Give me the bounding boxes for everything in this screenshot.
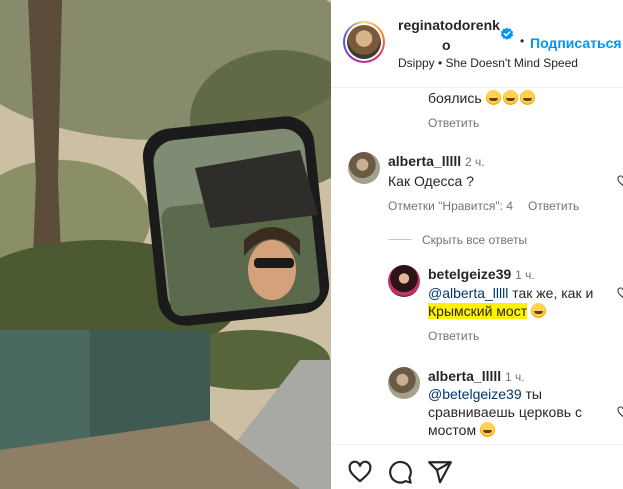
reply-button[interactable]: Ответить — [428, 329, 479, 343]
mention-link[interactable]: @betelgeize39 — [428, 386, 522, 402]
like-comment-icon[interactable] — [617, 175, 623, 187]
like-comment-icon[interactable] — [617, 406, 623, 418]
comment-text: сравниваешь церковь с — [428, 404, 582, 420]
comments-list[interactable]: боялись Ответить alberta_lllll 2 ч. Как … — [331, 88, 623, 444]
comment-text: Как Одесса ? — [388, 173, 474, 189]
like-comment-icon[interactable] — [617, 287, 623, 299]
comment-author[interactable]: alberta_lllll — [388, 153, 461, 169]
audio-track[interactable]: Dsippy • She Doesn't Mind Speed — [398, 56, 578, 70]
post-image — [0, 0, 331, 489]
comment-text: мостом — [428, 422, 477, 438]
comment-author[interactable]: betelgeize39 — [428, 266, 511, 282]
replies-divider — [388, 239, 412, 240]
post-image-scene — [0, 0, 331, 489]
commenter-avatar[interactable] — [348, 152, 380, 184]
reply-button[interactable]: Ответить — [428, 116, 479, 130]
author-avatar[interactable] — [343, 21, 385, 63]
commenter-avatar[interactable] — [388, 367, 420, 399]
laugh-emoji — [519, 90, 535, 105]
post-header: reginatodorenk o • Подписаться Dsippy • … — [331, 0, 623, 88]
reply-button[interactable]: Ответить — [528, 199, 579, 213]
comment-text: ты — [525, 386, 542, 402]
comment-text: так же, как и — [512, 285, 594, 301]
highlighted-text: Крымский мост — [428, 303, 528, 319]
mirror — [142, 116, 330, 326]
verified-icon — [500, 27, 514, 40]
comment-text: боялись — [428, 90, 482, 106]
separator-dot: • — [520, 34, 525, 48]
author-username-wrap[interactable]: o — [442, 37, 451, 53]
grin-emoji — [531, 303, 546, 318]
comment-icon[interactable] — [387, 459, 413, 485]
post-details-panel: reginatodorenk o • Подписаться Dsippy • … — [331, 0, 623, 489]
mention-link[interactable]: @alberta_lllll — [428, 285, 508, 301]
comment-time[interactable]: 1 ч. — [515, 268, 535, 282]
hide-replies-button[interactable]: Скрыть все ответы — [422, 233, 527, 247]
comment-likes[interactable]: Отметки "Нравится": 4 — [388, 199, 513, 213]
laugh-emoji — [485, 90, 501, 105]
follow-button[interactable]: Подписаться — [530, 35, 622, 51]
comment-time[interactable]: 2 ч. — [465, 155, 485, 169]
comment-time[interactable]: 1 ч. — [505, 370, 525, 384]
heart-icon[interactable] — [347, 459, 373, 485]
person-emoji — [479, 422, 495, 437]
post-actions — [331, 444, 623, 489]
laugh-emoji — [502, 90, 518, 105]
commenter-avatar[interactable] — [388, 265, 420, 297]
author-username[interactable]: reginatodorenk — [398, 17, 500, 33]
comment-author[interactable]: alberta_lllll — [428, 368, 501, 384]
share-icon[interactable] — [427, 459, 453, 485]
